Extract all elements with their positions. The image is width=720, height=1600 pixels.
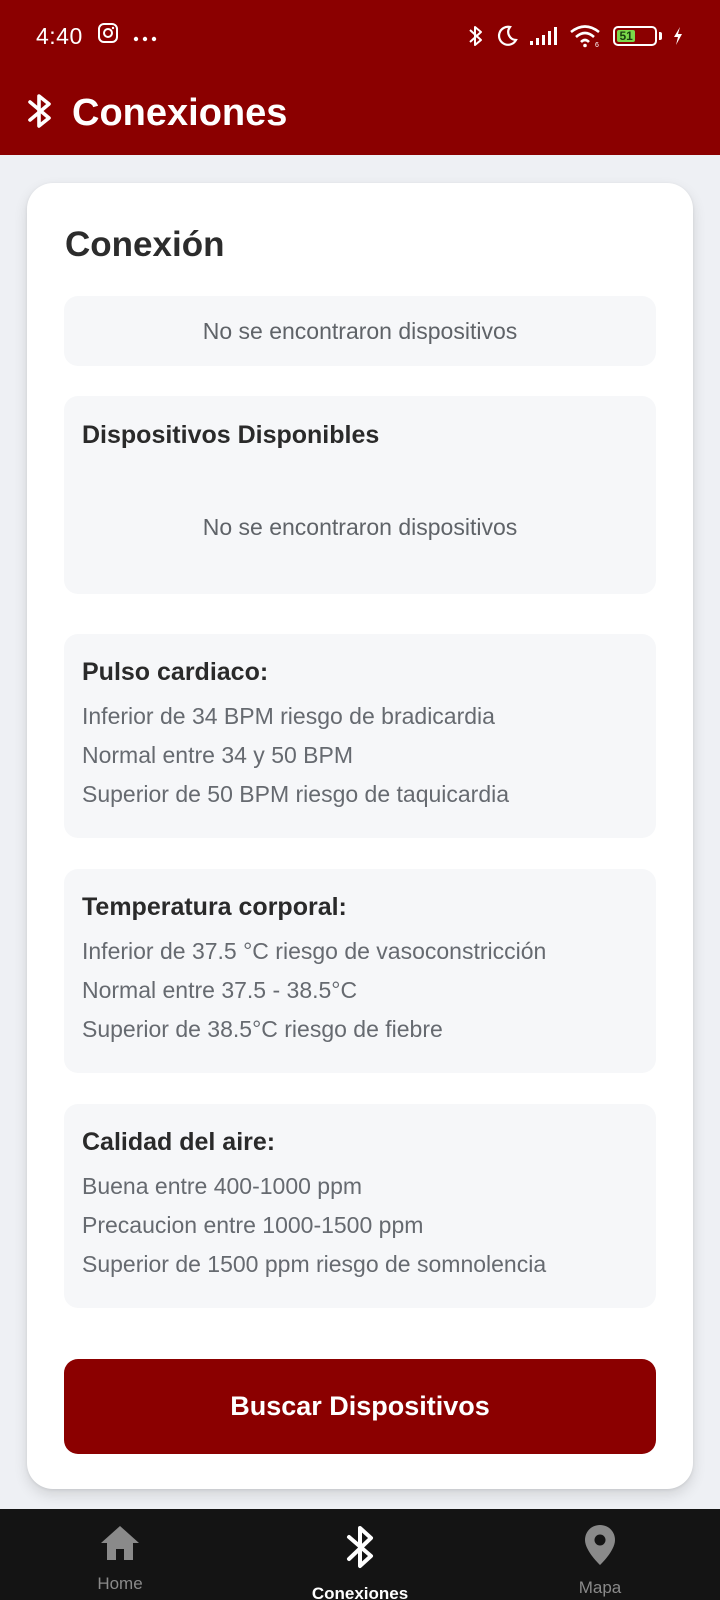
nav-label-mapa: Mapa xyxy=(578,1578,622,1597)
temperature-line: Superior de 38.5°C riesgo de fiebre xyxy=(82,1016,443,1042)
connection-card: Conexión No se encontraron dispositivos … xyxy=(27,183,693,1489)
pulse-line: Normal entre 34 y 50 BPM xyxy=(82,742,354,768)
card-title: Conexión xyxy=(65,225,225,264)
air-quality-line: Superior de 1500 ppm riesgo de somnolenc… xyxy=(82,1251,547,1277)
page-title: Conexiones xyxy=(72,92,288,134)
air-quality-heading: Calidad del aire: xyxy=(82,1128,276,1156)
status-bar: 4:40 6 51 xyxy=(0,0,720,72)
nav-item-conexiones[interactable]: Conexiones xyxy=(240,1509,480,1600)
signal-icon xyxy=(529,26,559,46)
connection-status-panel: No se encontraron dispositivos xyxy=(64,296,656,366)
search-devices-button[interactable]: Buscar Dispositivos xyxy=(64,1359,656,1454)
app-bar: Conexiones xyxy=(0,72,720,155)
charging-icon xyxy=(672,26,684,46)
available-devices-empty-text: No se encontraron dispositivos xyxy=(202,514,518,540)
svg-text:6: 6 xyxy=(595,42,599,48)
bluetooth-icon xyxy=(467,24,485,48)
nav-item-mapa[interactable]: Mapa xyxy=(480,1509,720,1600)
nav-label-home: Home xyxy=(97,1574,143,1593)
pulse-line: Inferior de 34 BPM riesgo de bradicardia xyxy=(82,703,495,729)
battery-icon: 51 xyxy=(613,26,662,46)
available-devices-panel: Dispositivos Disponibles No se encontrar… xyxy=(64,396,656,594)
moon-icon xyxy=(495,24,519,48)
status-time: 4:40 xyxy=(36,22,83,49)
bluetooth-icon xyxy=(26,91,54,136)
pulse-heading: Pulso cardiaco: xyxy=(82,658,269,686)
map-pin-icon xyxy=(583,1523,617,1572)
temperature-info-panel: Temperatura corporal: Inferior de 37.5 °… xyxy=(64,869,656,1073)
temperature-line: Normal entre 37.5 - 38.5°C xyxy=(82,977,358,1003)
temperature-line: Inferior de 37.5 °C riesgo de vasoconstr… xyxy=(82,938,547,964)
pulse-line: Superior de 50 BPM riesgo de taquicardia xyxy=(82,781,510,807)
instagram-icon xyxy=(97,22,119,50)
nav-item-home[interactable]: Home xyxy=(0,1509,240,1600)
air-quality-info-panel: Calidad del aire: Buena entre 400-1000 p… xyxy=(64,1104,656,1308)
nav-label-conexiones: Conexiones xyxy=(311,1584,409,1600)
air-quality-line: Precaucion entre 1000-1500 ppm xyxy=(82,1212,424,1238)
connection-status-text: No se encontraron dispositivos xyxy=(202,317,518,344)
bluetooth-icon xyxy=(344,1523,376,1578)
home-icon xyxy=(98,1523,142,1568)
battery-level: 51 xyxy=(617,29,636,43)
available-devices-heading: Dispositivos Disponibles xyxy=(82,421,380,449)
temperature-heading: Temperatura corporal: xyxy=(82,893,347,921)
more-dots-icon xyxy=(133,23,157,49)
air-quality-line: Buena entre 400-1000 ppm xyxy=(82,1173,363,1199)
pulse-info-panel: Pulso cardiaco: Inferior de 34 BPM riesg… xyxy=(64,634,656,838)
bottom-nav: Home Conexiones Mapa xyxy=(0,1509,720,1600)
wifi-icon: 6 xyxy=(569,24,603,48)
